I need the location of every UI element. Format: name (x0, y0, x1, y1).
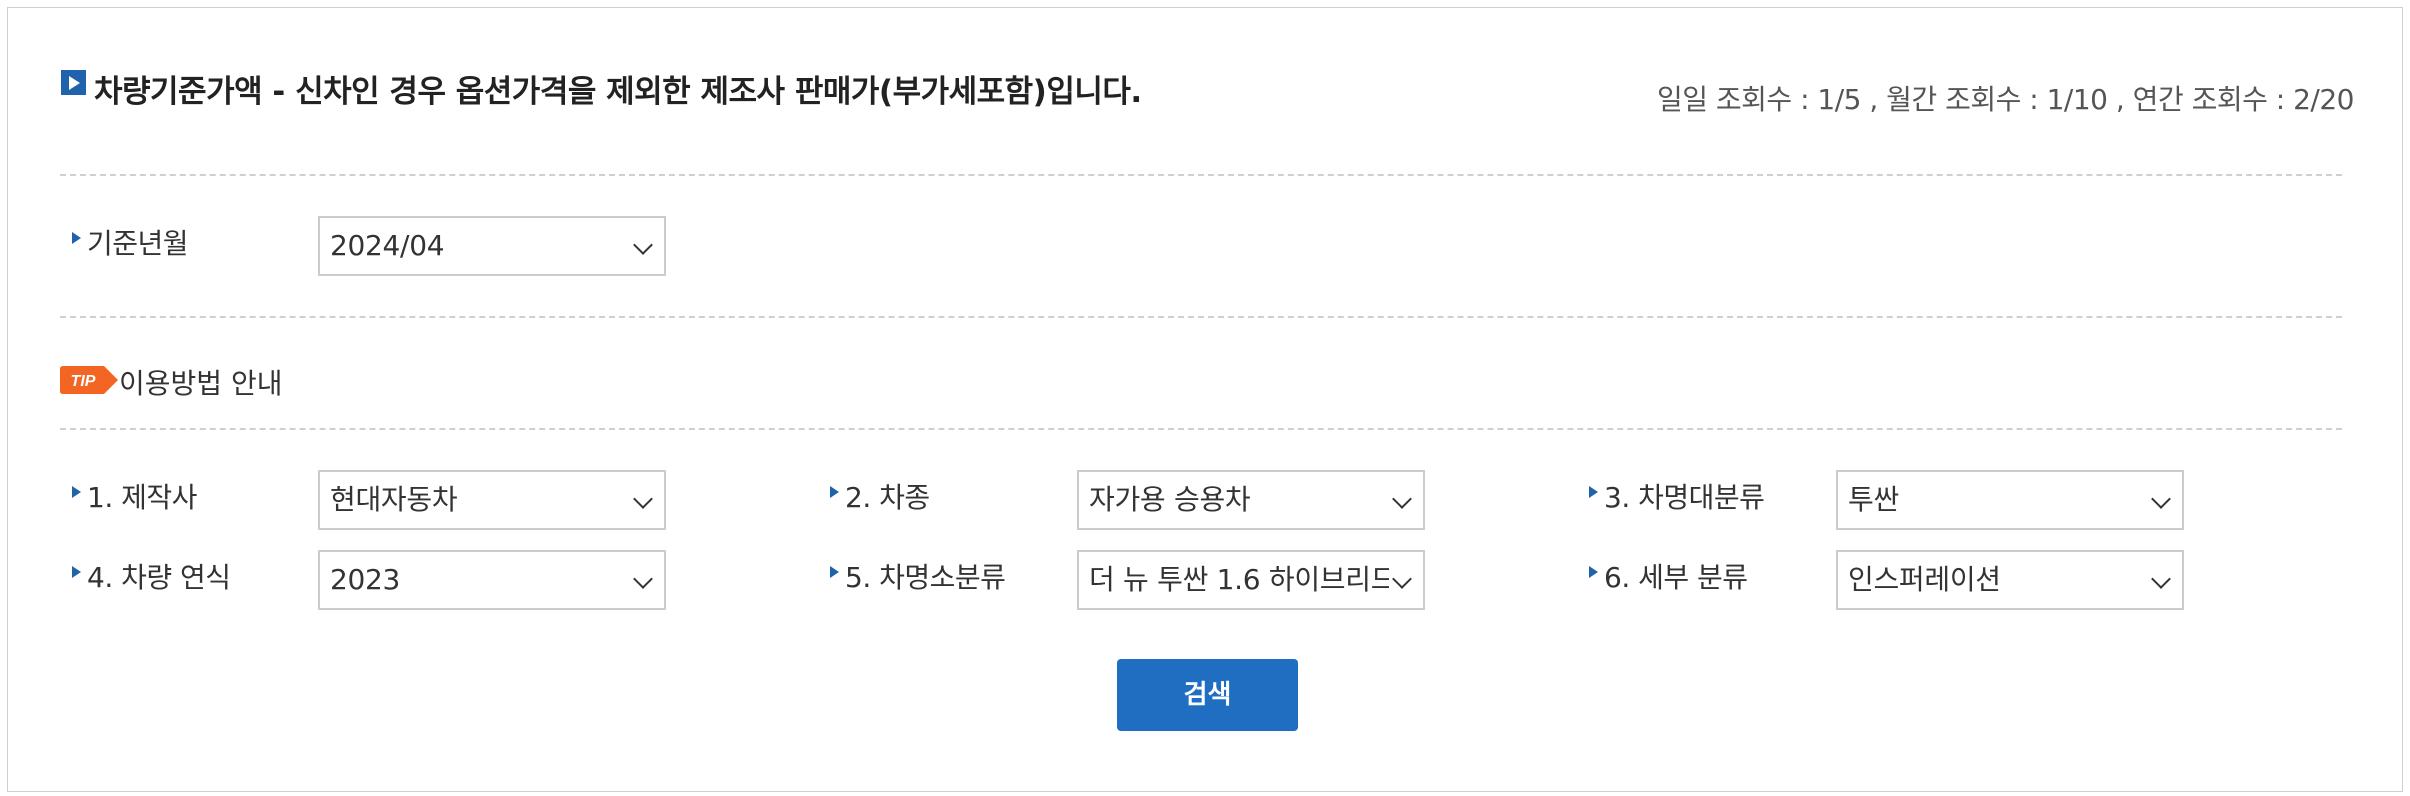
chevron-down-icon (633, 489, 653, 509)
chevron-down-icon (2151, 489, 2171, 509)
bullet-triangle-icon (72, 232, 81, 244)
chevron-down-icon (633, 569, 653, 589)
svg-text:TIP: TIP (71, 373, 96, 390)
page-title: 차량기준가액 - 신차인 경우 옵션가격을 제외한 제조사 판매가(부가세포함)… (94, 74, 1142, 110)
view-count-text: 일일 조회수 : 1/5 , 월간 조회수 : 1/10 , 연간 조회수 : … (1656, 83, 2355, 116)
model-year-select[interactable]: 2023 (318, 550, 666, 610)
title-bullet-icon (61, 70, 86, 95)
base-date-label: 기준년월 (72, 222, 189, 262)
chevron-down-icon (1392, 569, 1412, 589)
divider (60, 316, 2342, 318)
chevron-down-icon (2151, 569, 2171, 589)
manufacturer-select[interactable]: 현대자동차 (318, 470, 666, 530)
divider (60, 174, 2342, 176)
filter-label-manufacturer: 1. 제작사 (72, 476, 197, 516)
usage-guide-link[interactable]: 이용방법 안내 (119, 362, 282, 402)
model-group-select[interactable]: 투싼 (1836, 470, 2184, 530)
search-button[interactable]: 검색 (1117, 659, 1298, 731)
filter-label-model-subgroup: 5. 차명소분류 (830, 556, 1006, 596)
filter-label-model-group: 3. 차명대분류 (1589, 476, 1765, 516)
bullet-triangle-icon (1589, 566, 1598, 578)
bullet-triangle-icon (72, 566, 81, 578)
tip-badge-icon: TIP (60, 366, 118, 394)
filter-label-vehicle-type: 2. 차종 (830, 476, 930, 516)
bullet-triangle-icon (830, 566, 839, 578)
model-subgroup-select[interactable]: 더 뉴 투싼 1.6 하이브리드 (1077, 550, 1425, 610)
bullet-triangle-icon (830, 486, 839, 498)
divider (60, 428, 2342, 430)
filter-label-trim: 6. 세부 분류 (1589, 556, 1748, 596)
trim-select[interactable]: 인스퍼레이션 (1836, 550, 2184, 610)
chevron-down-icon (633, 235, 653, 255)
bullet-triangle-icon (72, 486, 81, 498)
filter-label-model-year: 4. 차량 연식 (72, 556, 231, 596)
bullet-triangle-icon (1589, 486, 1598, 498)
vehicle-type-select[interactable]: 자가용 승용차 (1077, 470, 1425, 530)
base-date-select[interactable]: 2024/04 (318, 216, 666, 276)
chevron-down-icon (1392, 489, 1412, 509)
